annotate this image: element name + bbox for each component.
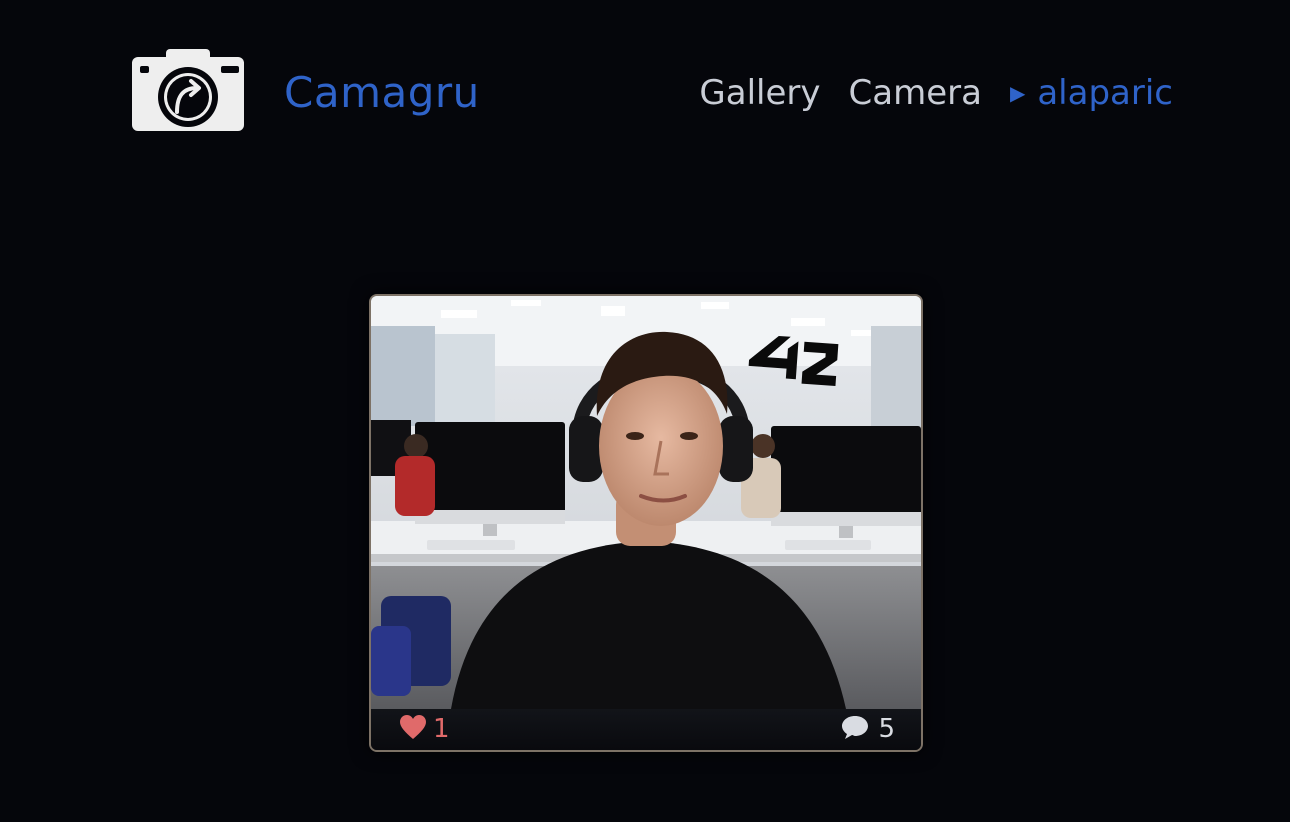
nav-user-link[interactable]: ▶ alaparic (1010, 70, 1173, 116)
nav-gallery-link[interactable]: Gallery (699, 70, 820, 116)
triangle-right-icon: ▶ (1009, 81, 1026, 105)
comment-button[interactable]: 5 (840, 714, 895, 744)
like-button[interactable]: 1 (399, 714, 450, 744)
brand-title[interactable]: Camagru (284, 66, 480, 120)
main-nav: Gallery Camera ▶ alaparic (699, 70, 1173, 116)
camera-logo-icon[interactable] (131, 48, 245, 132)
post-card[interactable]: 1 5 (369, 294, 923, 752)
nav-user-label: alaparic (1037, 73, 1173, 113)
comment-count: 5 (878, 714, 895, 744)
heart-icon (399, 714, 427, 744)
post-photo[interactable] (371, 296, 921, 709)
page: Camagru Gallery Camera ▶ alaparic 1 5 (0, 0, 1290, 822)
speech-bubble-icon (840, 714, 870, 744)
nav-camera-link[interactable]: Camera (849, 70, 982, 116)
like-count: 1 (433, 714, 450, 744)
post-footer: 1 5 (371, 709, 921, 750)
